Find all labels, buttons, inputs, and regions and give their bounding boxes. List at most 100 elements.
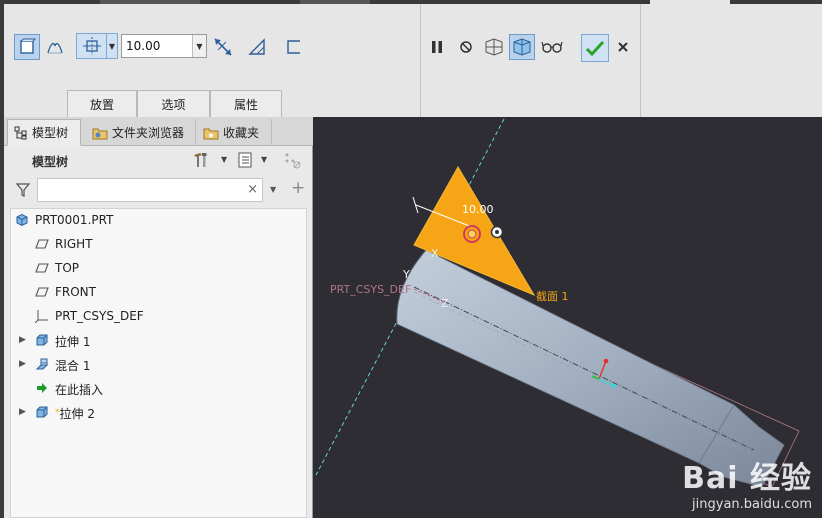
axis-x-label: X — [431, 247, 439, 260]
tree-item-label: TOP — [55, 261, 80, 275]
tab-properties[interactable]: 属性 — [210, 90, 282, 117]
tree-item-label: PRT0001.PRT — [35, 213, 114, 227]
list-icon — [238, 152, 252, 168]
depth-value-field[interactable]: ▼ — [121, 34, 207, 58]
attached-preview-button[interactable] — [509, 34, 535, 60]
glasses-preview-button[interactable] — [539, 34, 565, 60]
thicken-sketch-icon — [287, 40, 300, 54]
chevron-down-icon[interactable]: ▼ — [221, 155, 227, 164]
tree-item-extrude-1[interactable]: ▶ 拉伸 1 — [11, 329, 306, 353]
funnel-icon — [15, 183, 31, 200]
tree-item-blend-1[interactable]: ▶ 混合 1 — [11, 353, 306, 377]
tree-item-label: 混合 1 — [55, 359, 91, 373]
tree-item-insert-here[interactable]: 在此插入 — [11, 377, 306, 401]
ok-button[interactable] — [581, 34, 609, 62]
depth-option-dropdown[interactable]: ▼ — [76, 33, 118, 59]
add-icon[interactable]: + — [291, 178, 305, 198]
pause-icon — [432, 41, 442, 53]
tab-options[interactable]: 选项 — [137, 90, 210, 117]
drag-handle-center[interactable] — [467, 229, 477, 239]
graphics-viewport[interactable]: 10.00 截面 1 PRT_CSYS_DEF Y X Z Bai 经验 jin… — [314, 117, 822, 518]
dimension-value-label[interactable]: 10.00 — [462, 203, 494, 216]
tree-settings-button[interactable] — [192, 151, 210, 169]
remove-material-button[interactable] — [244, 34, 270, 60]
tree-item-label: 拉伸 1 — [55, 335, 91, 349]
filter-tree-button[interactable] — [283, 151, 303, 169]
insert-here-arrow-icon — [35, 381, 49, 395]
cylinder-axis — [413, 286, 755, 451]
tree-filter-icon — [285, 153, 301, 169]
clear-icon[interactable]: × — [247, 182, 258, 197]
verify-preview-button[interactable] — [481, 34, 507, 60]
tab-placement[interactable]: 放置 — [67, 90, 137, 117]
tree-item-front-plane[interactable]: FRONT — [11, 281, 306, 305]
no-preview-button[interactable] — [453, 34, 479, 60]
new-feature-marker: * — [55, 408, 60, 418]
show-options-button[interactable] — [237, 151, 253, 169]
folder-browser-icon — [92, 126, 108, 140]
extrude-icon — [35, 405, 49, 419]
axis-y-label: Y — [403, 268, 410, 281]
tab-label: 模型树 — [32, 126, 69, 140]
close-icon — [618, 42, 628, 52]
dashboard-ribbon: ▼ ▼ — [0, 0, 822, 117]
tree-item-label: 在此插入 — [55, 383, 104, 397]
chevron-down-icon[interactable]: ▼ — [192, 35, 206, 57]
cancel-button[interactable] — [610, 34, 636, 60]
tree-item-part[interactable]: PRT0001.PRT — [11, 209, 306, 233]
tab-folder-browser[interactable]: 文件夹浏览器 — [86, 119, 196, 146]
solid-button[interactable] — [14, 34, 40, 60]
model-tree-title: 模型树 — [32, 155, 69, 169]
tree-item-label: PRT_CSYS_DEF — [55, 309, 144, 323]
chevron-down-icon[interactable]: ▼ — [261, 155, 267, 164]
blend-icon — [35, 357, 49, 371]
cylinder-body — [396, 249, 785, 488]
watermark-logo: Bai 经验 — [682, 461, 812, 496]
tree-item-extrude-2[interactable]: ▶ *拉伸 2 — [11, 401, 306, 425]
tree-item-right-plane[interactable]: RIGHT — [11, 233, 306, 257]
tools-icon — [194, 153, 207, 167]
blind-depth-icon — [78, 35, 106, 57]
tab-label: 文件夹浏览器 — [112, 126, 185, 140]
depth-value-input[interactable] — [122, 35, 194, 57]
csys-label: PRT_CSYS_DEF — [330, 283, 412, 296]
no-preview-icon — [460, 41, 472, 53]
tab-label: 属性 — [233, 97, 258, 112]
tree-item-label: 拉伸 2 — [59, 407, 95, 421]
attached-preview-icon — [513, 38, 531, 56]
cylinder-axis-offset — [413, 291, 755, 456]
triad-red-dot — [603, 358, 609, 364]
tree-search-row: × ▼ + — [4, 177, 313, 205]
thicken-sketch-button[interactable] — [281, 34, 307, 60]
tab-model-tree[interactable]: 模型树 — [7, 119, 81, 146]
remove-material-icon — [248, 38, 265, 55]
expand-arrow-icon[interactable]: ▶ — [19, 359, 26, 369]
tab-favorites[interactable]: 收藏夹 — [197, 119, 272, 146]
tab-label: 放置 — [89, 97, 114, 112]
part-icon — [15, 213, 29, 227]
tree-item-top-plane[interactable]: TOP — [11, 257, 306, 281]
csys-icon — [35, 309, 49, 323]
chevron-down-icon[interactable]: ▼ — [270, 185, 276, 194]
mesh-preview-icon — [485, 38, 503, 56]
pause-button[interactable] — [424, 34, 450, 60]
datum-plane-icon — [35, 261, 49, 275]
watermark: Bai 经验 jingyan.baidu.com — [682, 453, 812, 512]
tree-item-label: RIGHT — [55, 237, 93, 251]
surface-button[interactable] — [42, 34, 68, 60]
tree-item-label: FRONT — [55, 285, 96, 299]
datum-plane-icon — [35, 285, 49, 299]
expand-arrow-icon[interactable]: ▶ — [19, 407, 26, 417]
search-input[interactable] — [38, 179, 238, 201]
tree-item-csys[interactable]: PRT_CSYS_DEF — [11, 305, 306, 329]
extrude-icon — [35, 333, 49, 347]
glasses-icon — [541, 41, 563, 53]
watermark-url: jingyan.baidu.com — [692, 497, 812, 512]
flip-direction-icon — [214, 38, 232, 56]
search-field[interactable]: × — [37, 178, 263, 202]
ribbon-top-strip — [0, 0, 822, 4]
navigator-panel: 模型树 文件夹浏览器 收藏夹 模型树 ▼ ▼ × ▼ + PRT0001.PRT… — [0, 117, 313, 518]
triad-cyan-dot — [612, 384, 616, 388]
expand-arrow-icon[interactable]: ▶ — [19, 335, 26, 345]
flip-direction-button[interactable] — [210, 34, 236, 60]
